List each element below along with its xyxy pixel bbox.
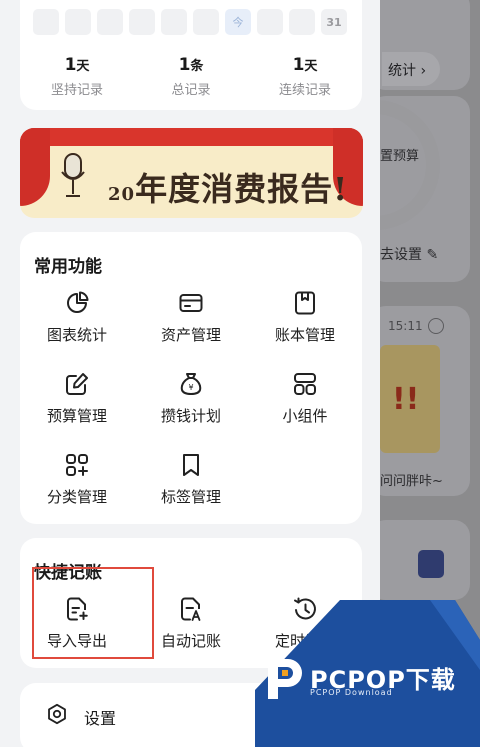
function-budget-management[interactable]: 预算管理 [20, 369, 134, 450]
background-statistics-button: 统计 › [382, 52, 440, 86]
stat-value: 1 [64, 55, 77, 75]
function-chart-statistics[interactable]: 图表统计 [20, 288, 134, 369]
widget-icon [294, 373, 316, 395]
pie-chart-icon [67, 291, 89, 313]
stat-label: 总记录 [171, 83, 211, 98]
function-label: 小组件 [282, 407, 328, 425]
edit-icon [66, 373, 88, 395]
function-label: 分类管理 [46, 488, 107, 506]
common-functions-title: 常用功能 [34, 257, 102, 277]
stat-total-records: 1条 总记录 [134, 55, 248, 98]
calendar-day [97, 9, 123, 35]
quick-label: 自动记账 [160, 632, 221, 650]
banner-title: 20年度消费报告! [108, 164, 348, 210]
calendar-day [129, 9, 155, 35]
quick-label: 定时记账 [274, 632, 335, 650]
calendar-day [289, 9, 315, 35]
side-drawer: 今 31 1天 坚持记录 1条 总记录 1天 连续记录 20年度消费报告! 常用… [0, 0, 380, 747]
common-functions-card: 常用功能 图表统计 资产管理 账本管理 预算管理 ¥ 攒钱计划 小组件 分类管理… [20, 232, 362, 524]
stat-consecutive-days: 1天 连续记录 [248, 55, 362, 98]
calendar-day [257, 9, 283, 35]
stat-value: 1 [178, 55, 191, 75]
functions-grid: 图表统计 资产管理 账本管理 预算管理 ¥ 攒钱计划 小组件 分类管理 标签管理 [20, 288, 362, 531]
stats-row: 1天 坚持记录 1条 总记录 1天 连续记录 [20, 55, 362, 98]
background-page: 统计 › 置预算 去设置 ✎ 15:11 !! 问问胖咔~ 记账2 [380, 0, 480, 747]
calendar-day [193, 9, 219, 35]
stat-value: 1 [292, 55, 305, 75]
function-label: 账本管理 [274, 326, 335, 344]
background-setting-text: 去设置 ✎ [380, 247, 439, 263]
function-label: 标签管理 [160, 488, 221, 506]
auto-record-icon [181, 597, 201, 621]
background-ring-text: 置预算 [380, 149, 420, 164]
calendar-day [33, 9, 59, 35]
function-asset-management[interactable]: 资产管理 [134, 288, 248, 369]
quick-scheduled-record[interactable]: 定时记账 [248, 594, 362, 651]
stat-unit: 条 [190, 59, 204, 74]
card-icon [179, 294, 203, 312]
curtain-left [20, 128, 50, 206]
highlight-box [32, 567, 154, 659]
stat-unit: 天 [304, 59, 318, 74]
stat-label: 连续记录 [278, 83, 331, 98]
bookmark-icon [183, 454, 199, 476]
calendar-day [65, 9, 91, 35]
function-ledger-management[interactable]: 账本管理 [248, 288, 362, 369]
calendar-day [161, 9, 187, 35]
ledger-icon [295, 291, 315, 315]
function-tag-management[interactable]: 标签管理 [134, 450, 248, 531]
stat-persist-days: 1天 坚持记录 [20, 55, 134, 98]
function-saving-plan[interactable]: ¥ 攒钱计划 [134, 369, 248, 450]
settings-label: 设置 [84, 709, 117, 728]
calendar-icon [418, 550, 444, 578]
background-caption: 问问胖咔~ [380, 474, 443, 489]
function-label: 图表统计 [46, 326, 107, 344]
stat-label: 坚持记录 [50, 83, 103, 98]
gear-icon [48, 703, 66, 725]
curtain-top [20, 128, 363, 146]
microphone-icon [61, 153, 85, 197]
function-widgets[interactable]: 小组件 [248, 369, 362, 450]
calendar-today: 今 [225, 9, 251, 35]
background-image-text: !! [392, 382, 420, 417]
banner-title-text: 年度消费报告! [135, 170, 349, 208]
stat-unit: 天 [76, 59, 90, 74]
timer-icon [294, 597, 316, 620]
money-bag-icon: ¥ [180, 373, 202, 396]
background-bottom-text: 记账2 [382, 725, 419, 741]
chevron-right-icon: › [330, 705, 338, 726]
category-icon [66, 454, 88, 476]
background-time: 15:11 [388, 319, 423, 333]
banner-year: 20 [108, 184, 136, 205]
function-label: 资产管理 [160, 326, 221, 344]
watermark-sub: PCPOP Download [310, 688, 393, 697]
calendar-strip: 今 31 [33, 9, 347, 35]
record-stats-card: 今 31 1天 坚持记录 1条 总记录 1天 连续记录 [20, 0, 362, 110]
pcpop-logo-icon [268, 659, 302, 699]
annual-report-banner[interactable]: 20年度消费报告! [20, 128, 363, 218]
check-circle-icon [428, 318, 444, 334]
svg-text:¥: ¥ [188, 383, 193, 392]
function-label: 预算管理 [46, 407, 107, 425]
function-label: 攒钱计划 [160, 407, 221, 425]
function-category-management[interactable]: 分类管理 [20, 450, 134, 531]
calendar-day: 31 [321, 9, 347, 35]
